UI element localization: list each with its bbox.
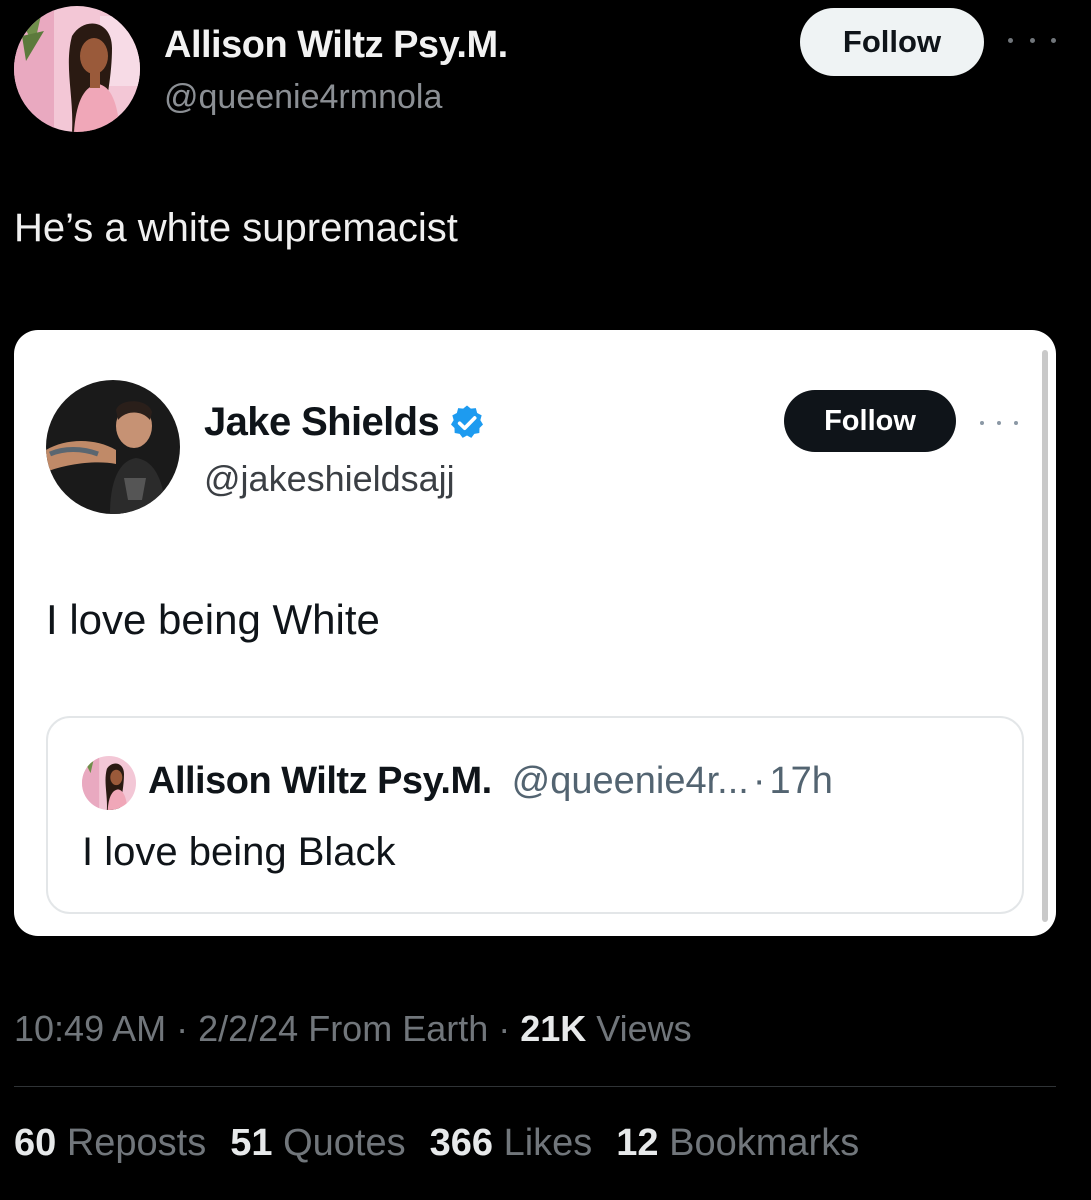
nested-quote-card[interactable] [46, 716, 1024, 914]
quotes-label: Quotes [272, 1122, 406, 1164]
bookmarks-label: Bookmarks [658, 1122, 860, 1164]
quoted-more-dots-icon[interactable] [980, 416, 1018, 430]
cartoon-woman-avatar-icon [14, 6, 140, 132]
author-name[interactable]: Allison Wiltz Psy.M. [164, 24, 508, 67]
quoted-author-name[interactable]: Jake Shields [204, 400, 487, 445]
nested-author-handle[interactable]: @queenie4r... [512, 760, 749, 803]
views-label: Views [586, 1008, 692, 1049]
nested-timestamp[interactable]: 17h [770, 760, 833, 803]
man-photo-avatar-icon [46, 380, 180, 514]
verified-badge-icon [451, 405, 484, 438]
likes-count: 366 [429, 1122, 494, 1164]
views-count: 21K [520, 1008, 587, 1049]
quoted-follow-button[interactable]: Follow [784, 390, 956, 452]
more-dots-icon[interactable] [1008, 28, 1056, 52]
quotes-stat[interactable]: 51 Quotes [230, 1122, 405, 1165]
follow-button[interactable]: Follow [800, 8, 984, 76]
tweet-time[interactable]: 10:49 AM [14, 1008, 166, 1049]
cartoon-woman-avatar-icon [82, 756, 136, 810]
avatar[interactable] [14, 6, 140, 132]
quotes-count: 51 [230, 1122, 273, 1164]
author-handle[interactable]: @queenie4rmnola [164, 78, 442, 117]
likes-label: Likes [493, 1122, 593, 1164]
quoted-tweet-text: I love being White [46, 596, 380, 643]
reposts-label: Reposts [56, 1122, 207, 1164]
separator-dot: · [752, 760, 766, 802]
separator-dot: · [166, 1008, 199, 1049]
bookmarks-stat[interactable]: 12 Bookmarks [616, 1122, 859, 1165]
tweet-date[interactable]: 2/2/24 [198, 1008, 298, 1049]
nested-avatar[interactable] [82, 756, 136, 810]
nested-quote-text: I love being Black [82, 830, 396, 874]
engagement-stats: 60 Reposts 51 Quotes 366 Likes 12 Bookma… [14, 1122, 883, 1165]
quoted-author-handle[interactable]: @jakeshieldsajj [204, 458, 455, 500]
scrollbar[interactable] [1042, 350, 1048, 922]
reposts-count: 60 [14, 1122, 57, 1164]
likes-stat[interactable]: 366 Likes [430, 1122, 593, 1165]
nested-author-name[interactable]: Allison Wiltz Psy.M. [148, 760, 492, 803]
divider [14, 1086, 1056, 1087]
reposts-stat[interactable]: 60 Reposts [14, 1122, 206, 1165]
tweet-source: From Earth [298, 1008, 489, 1049]
quoted-avatar[interactable] [46, 380, 180, 514]
tweet-text: He’s a white supremacist [14, 206, 458, 250]
bookmarks-count: 12 [616, 1122, 659, 1164]
separator-dot: · [488, 1008, 521, 1049]
tweet-meta: 10:49 AM · 2/2/24 From Earth · 21K Views [14, 1008, 692, 1050]
nested-quote-header: Allison Wiltz Psy.M. @queenie4r... · 17h [148, 760, 833, 803]
quoted-author-name-text: Jake Shields [204, 400, 440, 444]
